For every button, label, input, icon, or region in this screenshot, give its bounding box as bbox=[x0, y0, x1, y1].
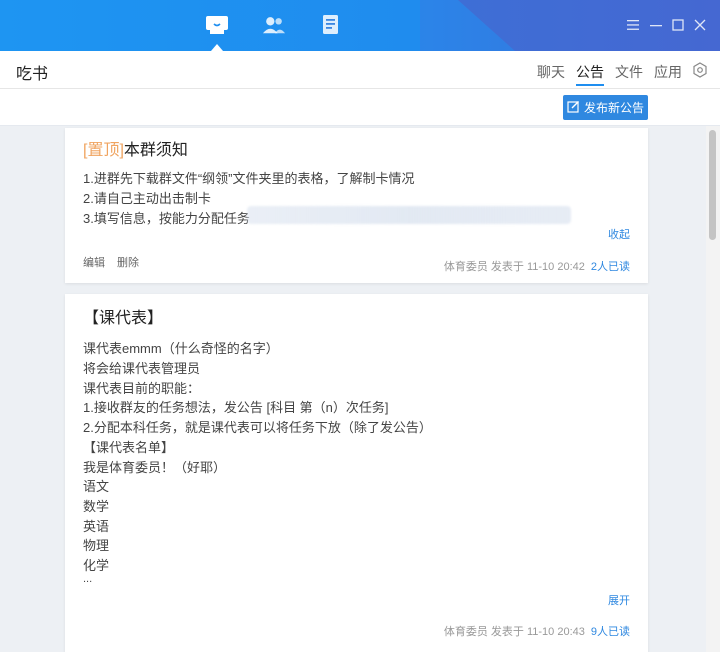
minimize-icon[interactable] bbox=[648, 17, 664, 33]
menu-icon[interactable] bbox=[625, 17, 641, 33]
announcement-line: 我是体育委员！（好耶） bbox=[83, 460, 227, 475]
edit-link[interactable]: 编辑 bbox=[83, 257, 105, 269]
announcement-line: 【课代表名单】 bbox=[83, 440, 175, 455]
group-header: 吃书 聊天 公告 文件 应用 bbox=[0, 51, 720, 89]
announcement-card: 【课代表】 课代表emmm（什么奇怪的名字） 将会给课代表管理员 课代表目前的职… bbox=[65, 294, 648, 652]
announcement-line: 物理 bbox=[83, 538, 110, 553]
author-time: 体育委员 发表于 11-10 20:42 bbox=[443, 261, 585, 273]
expand-link[interactable]: 展开 bbox=[608, 592, 630, 608]
announcement-line: 3.填写信息，按能力分配任务 bbox=[83, 211, 250, 226]
announcement-title: 【课代表】 bbox=[83, 310, 164, 327]
announcement-line: 英语 bbox=[83, 519, 110, 534]
maximize-icon[interactable] bbox=[670, 17, 686, 33]
card-actions: 编辑 删除 bbox=[83, 254, 151, 270]
action-bar: 发布新公告 bbox=[0, 90, 720, 126]
pinned-tag: [置顶] bbox=[83, 142, 124, 159]
author-time: 体育委员 发表于 11-10 20:43 bbox=[443, 626, 585, 638]
delete-link[interactable]: 删除 bbox=[117, 257, 139, 269]
announcement-line: 语文 bbox=[83, 479, 110, 494]
tab-files[interactable]: 文件 bbox=[615, 62, 643, 82]
group-name: 吃书 bbox=[16, 66, 49, 83]
announcement-line: 2.请自己主动出击制卡 bbox=[83, 191, 211, 206]
tab-chat[interactable]: 聊天 bbox=[537, 62, 565, 82]
announcement-line: 1.进群先下载群文件“纲领”文件夹里的表格，了解制卡情况 bbox=[83, 171, 415, 186]
announcement-line: 2.分配本科任务，就是课代表可以将任务下放（除了发公告） bbox=[83, 420, 432, 435]
tab-announcements[interactable]: 公告 bbox=[576, 62, 604, 82]
active-tab-underline bbox=[576, 84, 604, 86]
announcement-line: 化学 bbox=[83, 558, 110, 573]
announcement-line: 课代表目前的职能： bbox=[83, 381, 201, 396]
post-announcement-button[interactable]: 发布新公告 bbox=[563, 95, 648, 120]
contacts-icon[interactable] bbox=[262, 14, 286, 36]
announcement-meta: 体育委员 发表于 11-10 20:43 9人已读 bbox=[444, 623, 630, 639]
collapse-link[interactable]: 收起 bbox=[608, 226, 630, 242]
chat-icon[interactable] bbox=[205, 14, 229, 36]
announcement-line: ... bbox=[83, 573, 93, 585]
announcement-line: 将会给课代表管理员 bbox=[83, 361, 201, 376]
scrollbar-thumb[interactable] bbox=[709, 130, 716, 240]
tab-apps[interactable]: 应用 bbox=[654, 62, 682, 82]
read-count[interactable]: 9人已读 bbox=[591, 626, 630, 638]
announcement-list: [置顶]本群须知 1.进群先下载群文件“纲领”文件夹里的表格，了解制卡情况 2.… bbox=[0, 126, 720, 652]
settings-icon[interactable] bbox=[692, 62, 708, 78]
active-nav-indicator bbox=[211, 44, 223, 51]
announcement-line: 课代表emmm（什么奇怪的名字） bbox=[83, 341, 279, 356]
edit-icon bbox=[567, 100, 580, 116]
announcement-line: 1.接收群友的任务想法，发公告 [科目 第（n）次任务] bbox=[83, 400, 389, 415]
close-icon[interactable] bbox=[692, 17, 708, 33]
announcement-line: 数学 bbox=[83, 499, 110, 514]
title-bar bbox=[0, 0, 720, 51]
read-count[interactable]: 2人已读 bbox=[591, 261, 630, 273]
announcement-title: [置顶]本群须知 bbox=[83, 136, 188, 160]
post-announcement-label: 发布新公告 bbox=[583, 101, 644, 115]
announcement-card: [置顶]本群须知 1.进群先下载群文件“纲领”文件夹里的表格，了解制卡情况 2.… bbox=[65, 128, 648, 283]
announcement-meta: 体育委员 发表于 11-10 20:42 2人已读 bbox=[444, 258, 630, 274]
file-icon[interactable] bbox=[319, 14, 343, 36]
redacted-area bbox=[247, 206, 571, 224]
announcement-title-text: 本群须知 bbox=[123, 142, 188, 159]
